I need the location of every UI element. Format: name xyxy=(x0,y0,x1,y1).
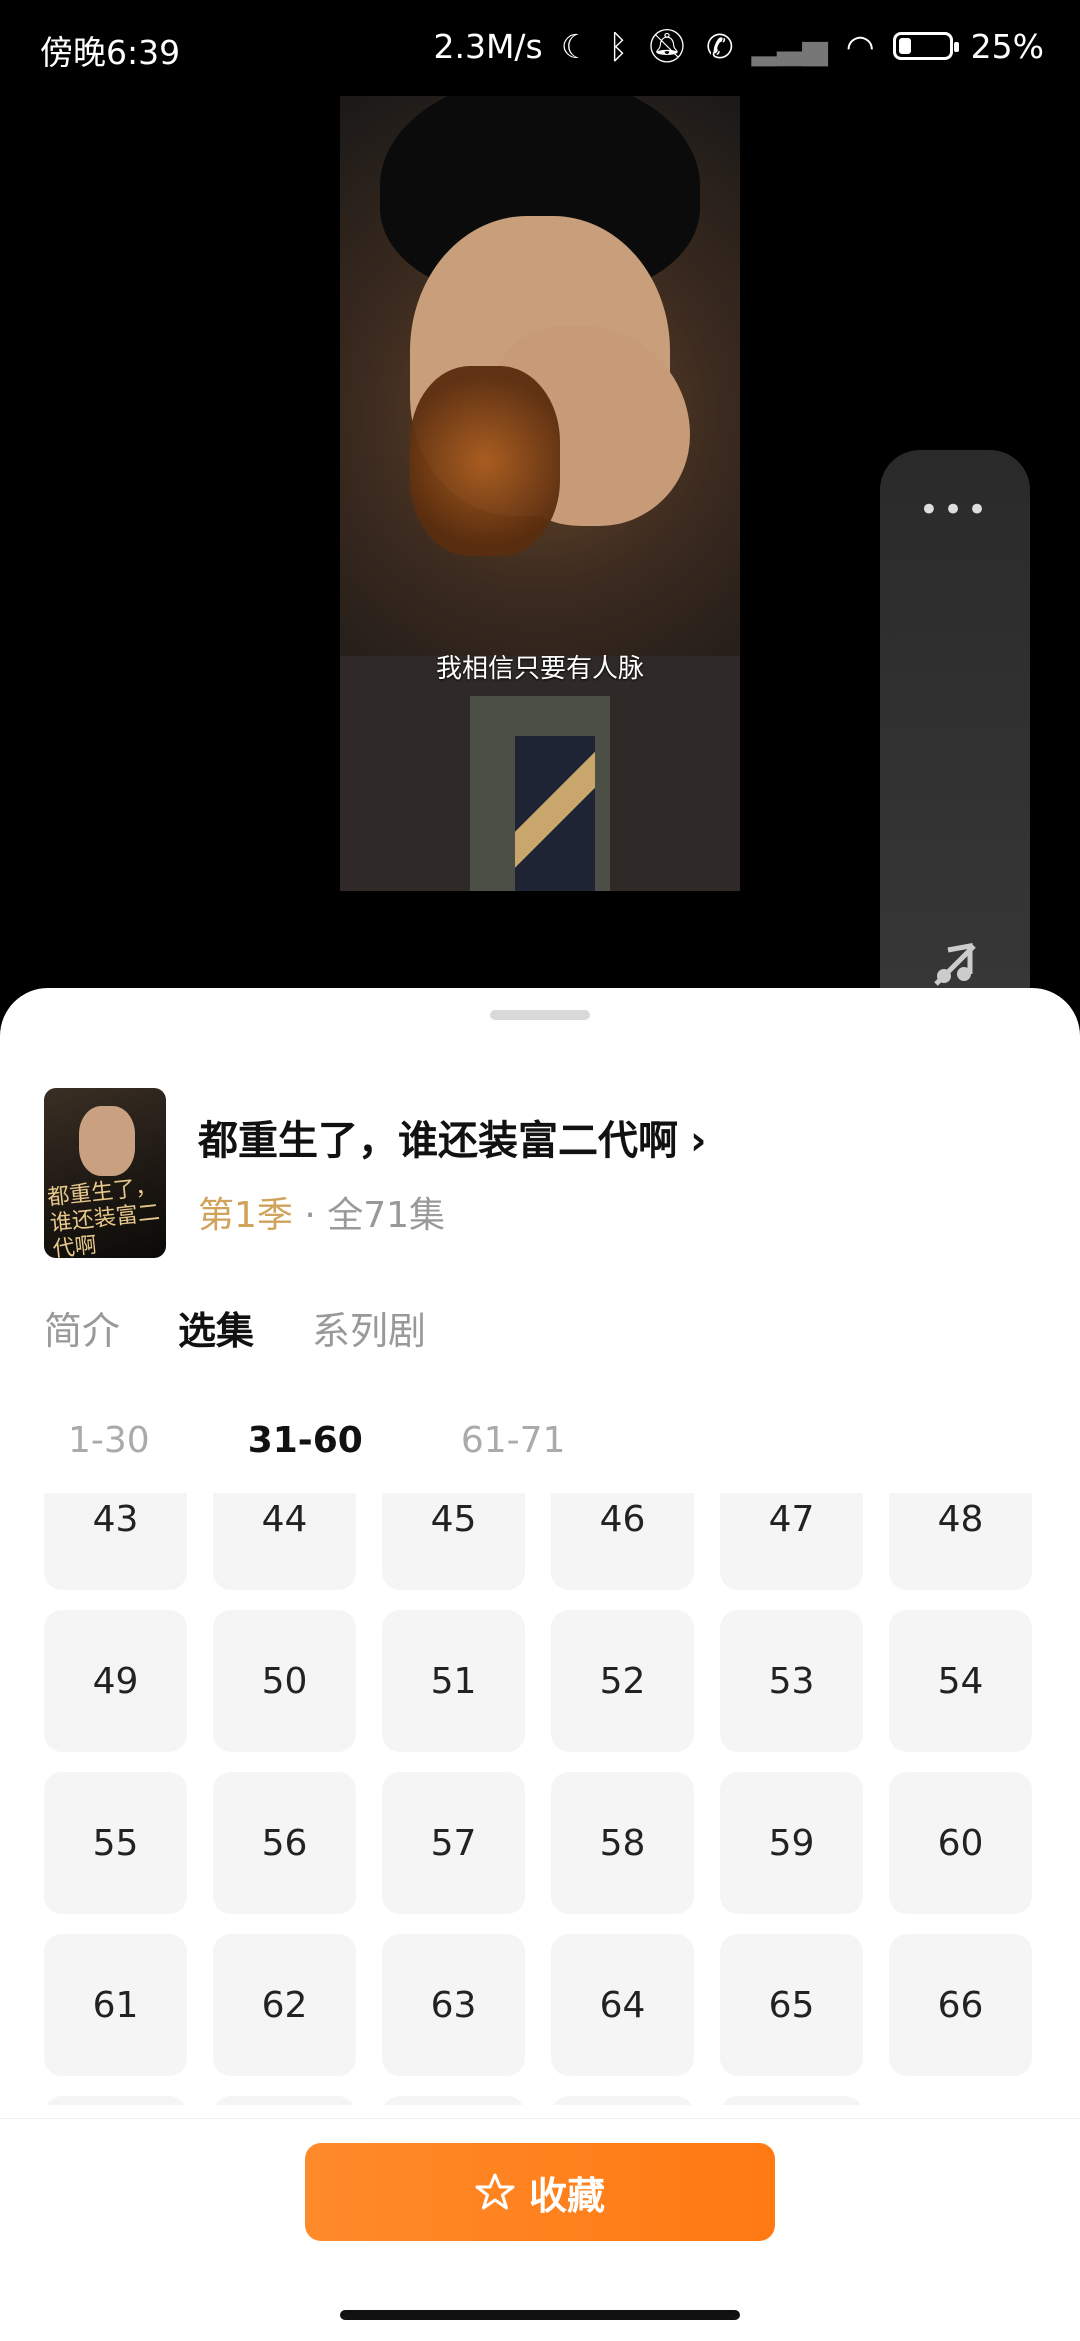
episode-button[interactable]: 58 xyxy=(551,1772,694,1914)
show-meta: 第1季 · 全71集 xyxy=(198,1186,445,1238)
episode-button[interactable]: 62 xyxy=(213,1934,356,2076)
episode-button[interactable]: 44 xyxy=(213,1493,356,1590)
episode-grid: 43 44 45 46 47 48 49 50 51 52 53 54 55 56 57 58 59 60 61 62… xyxy=(44,1493,1034,2105)
episode-button[interactable]: 61 xyxy=(44,1934,187,2076)
video-glass xyxy=(410,366,560,556)
ellipsis-icon[interactable]: ••• xyxy=(880,490,1030,530)
signal-icon: ▂▃▅ xyxy=(751,26,828,66)
network-speed: 2.3M/s xyxy=(433,26,543,66)
episodes-total: 全71集 xyxy=(327,1195,446,1236)
episode-button[interactable]: 68 xyxy=(213,2096,356,2105)
episode-button[interactable]: 60 xyxy=(889,1772,1032,1914)
video-player[interactable] xyxy=(340,96,740,891)
episode-button[interactable]: 51 xyxy=(382,1610,525,1752)
wifi-icon: ◠ xyxy=(845,26,875,66)
call-icon: ✆ xyxy=(706,26,734,66)
tab-episodes[interactable]: 选集 xyxy=(178,1300,254,1355)
battery-icon xyxy=(892,32,959,60)
episode-button[interactable]: 46 xyxy=(551,1493,694,1590)
status-bar: 傍晚6:39 2.3M/s ☾ ᛒ 🔕︎ ✆ ▂▃▅ ◠ 25% xyxy=(0,0,1080,92)
chevron-right-icon: › xyxy=(690,1118,707,1164)
episode-button[interactable]: 69 xyxy=(382,2096,525,2105)
episode-button[interactable]: 64 xyxy=(551,1934,694,2076)
meta-dot: · xyxy=(292,1195,328,1236)
star-outline-icon xyxy=(475,2173,515,2210)
episode-button[interactable]: 48 xyxy=(889,1493,1032,1590)
favorite-label: 收藏 xyxy=(528,2173,605,2218)
episode-sheet: 都重生了，谁还装富二代啊 都重生了，谁还装富二代啊 › 第1季 · 全71集 简介… xyxy=(0,988,1080,2341)
episode-button[interactable]: 71 xyxy=(720,2096,863,2105)
episode-button[interactable]: 50 xyxy=(213,1610,356,1752)
status-time: 傍晚6:39 xyxy=(40,33,181,72)
favorite-button[interactable]: 收藏 xyxy=(305,2143,775,2241)
cover-text: 都重生了，谁还装富二代啊 xyxy=(46,1174,161,1258)
video-subtitle: 我相信只要有人脉 xyxy=(435,654,644,684)
episode-ranges: 1-30 31-60 61-71 xyxy=(68,1420,565,1461)
episode-button[interactable]: 63 xyxy=(382,1934,525,2076)
mute-icon: 🔕︎ xyxy=(646,26,689,65)
episode-button[interactable]: 54 xyxy=(889,1610,1032,1752)
status-right: 2.3M/s ☾ ᛒ 🔕︎ ✆ ▂▃▅ ◠ 25% xyxy=(433,26,1044,66)
tab-intro[interactable]: 简介 xyxy=(44,1300,120,1355)
episode-button[interactable]: 49 xyxy=(44,1610,187,1752)
episode-button[interactable]: 43 xyxy=(44,1493,187,1590)
video-tie xyxy=(515,736,595,891)
episode-button[interactable]: 70 xyxy=(551,2096,694,2105)
show-title-text: 都重生了，谁还装富二代啊 xyxy=(198,1118,678,1164)
range-61-71[interactable]: 61-71 xyxy=(461,1420,566,1461)
music-off-icon[interactable] xyxy=(930,940,980,990)
floating-panel: ••• xyxy=(880,450,1030,1028)
sheet-tabs: 简介 选集 系列剧 xyxy=(44,1300,426,1355)
cover-person xyxy=(79,1106,135,1176)
episode-button[interactable]: 53 xyxy=(720,1610,863,1752)
episode-button[interactable]: 47 xyxy=(720,1493,863,1590)
episode-button[interactable]: 59 xyxy=(720,1772,863,1914)
episode-button[interactable]: 65 xyxy=(720,1934,863,2076)
show-title[interactable]: 都重生了，谁还装富二代啊 › xyxy=(198,1108,706,1166)
drag-handle[interactable] xyxy=(490,1010,590,1020)
episode-button[interactable]: 57 xyxy=(382,1772,525,1914)
bluetooth-icon: ᛒ xyxy=(608,26,629,66)
show-cover[interactable]: 都重生了，谁还装富二代啊 xyxy=(44,1088,166,1258)
battery-percent: 25% xyxy=(970,26,1044,66)
episode-button[interactable]: 45 xyxy=(382,1493,525,1590)
range-1-30[interactable]: 1-30 xyxy=(68,1420,150,1461)
tab-series[interactable]: 系列剧 xyxy=(312,1300,426,1355)
episode-button[interactable]: 52 xyxy=(551,1610,694,1752)
episode-button[interactable]: 55 xyxy=(44,1772,187,1914)
moon-status-icon: ☾ xyxy=(560,26,591,66)
episode-grid-inner: 43 44 45 46 47 48 49 50 51 52 53 54 55 56 57 58 59 60 61 62… xyxy=(44,1493,1032,2105)
episode-button[interactable]: 67 xyxy=(44,2096,187,2105)
range-31-60[interactable]: 31-60 xyxy=(248,1420,363,1461)
episode-button[interactable]: 66 xyxy=(889,1934,1032,2076)
episode-button[interactable]: 56 xyxy=(213,1772,356,1914)
season-label: 第1季 xyxy=(198,1195,293,1236)
home-indicator[interactable] xyxy=(340,2310,740,2320)
